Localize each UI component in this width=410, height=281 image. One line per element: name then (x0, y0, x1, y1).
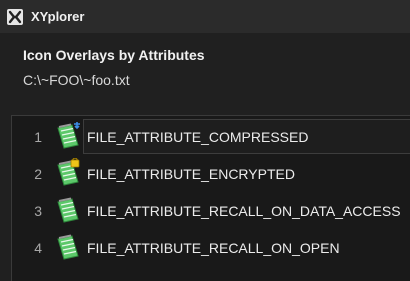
list-item[interactable]: 4 FILE_ATTRIBUTE_RECALL_ON_OPEN (12, 229, 410, 266)
list-item[interactable]: 2 FILE_ATTRIBUTE_ENCRYPTED (12, 155, 410, 192)
attribute-name: FILE_ATTRIBUTE_COMPRESSED (87, 128, 309, 145)
dialog-title: Icon Overlays by Attributes (23, 47, 205, 63)
line-number: 1 (34, 128, 42, 145)
title-bar[interactable]: XYplorer (0, 0, 410, 33)
notepad-file-icon (57, 158, 80, 186)
file-path: C:\~FOO\~foo.txt (23, 72, 130, 88)
notepad-file-icon (57, 234, 79, 260)
list-item[interactable]: 1 FILE_ATTRIBUTE_COMPRESSED (12, 118, 410, 155)
line-number: 3 (34, 202, 42, 219)
attribute-name: FILE_ATTRIBUTE_RECALL_ON_OPEN (87, 239, 340, 256)
attribute-name: FILE_ATTRIBUTE_RECALL_ON_DATA_ACCESS (87, 202, 401, 219)
attribute-name: FILE_ATTRIBUTE_ENCRYPTED (87, 165, 295, 182)
attribute-list[interactable]: 1 FILE_ATTRIBUTE_COMPRESSED 2 FILE_ATTRI… (11, 115, 410, 281)
xyplorer-logo-icon (7, 8, 23, 25)
compressed-arrows-overlay-icon (74, 122, 80, 130)
dialog-header: Icon Overlays by Attributes C:\~FOO\~foo… (0, 33, 410, 100)
lock-overlay-icon (70, 158, 80, 168)
line-number: 4 (34, 239, 42, 256)
notepad-file-icon (57, 122, 80, 149)
window-title: XYplorer (31, 9, 85, 24)
list-item[interactable]: 3 FILE_ATTRIBUTE_RECALL_ON_DATA_ACCESS (12, 192, 410, 229)
line-number: 2 (34, 165, 42, 182)
notepad-file-icon (57, 197, 79, 223)
